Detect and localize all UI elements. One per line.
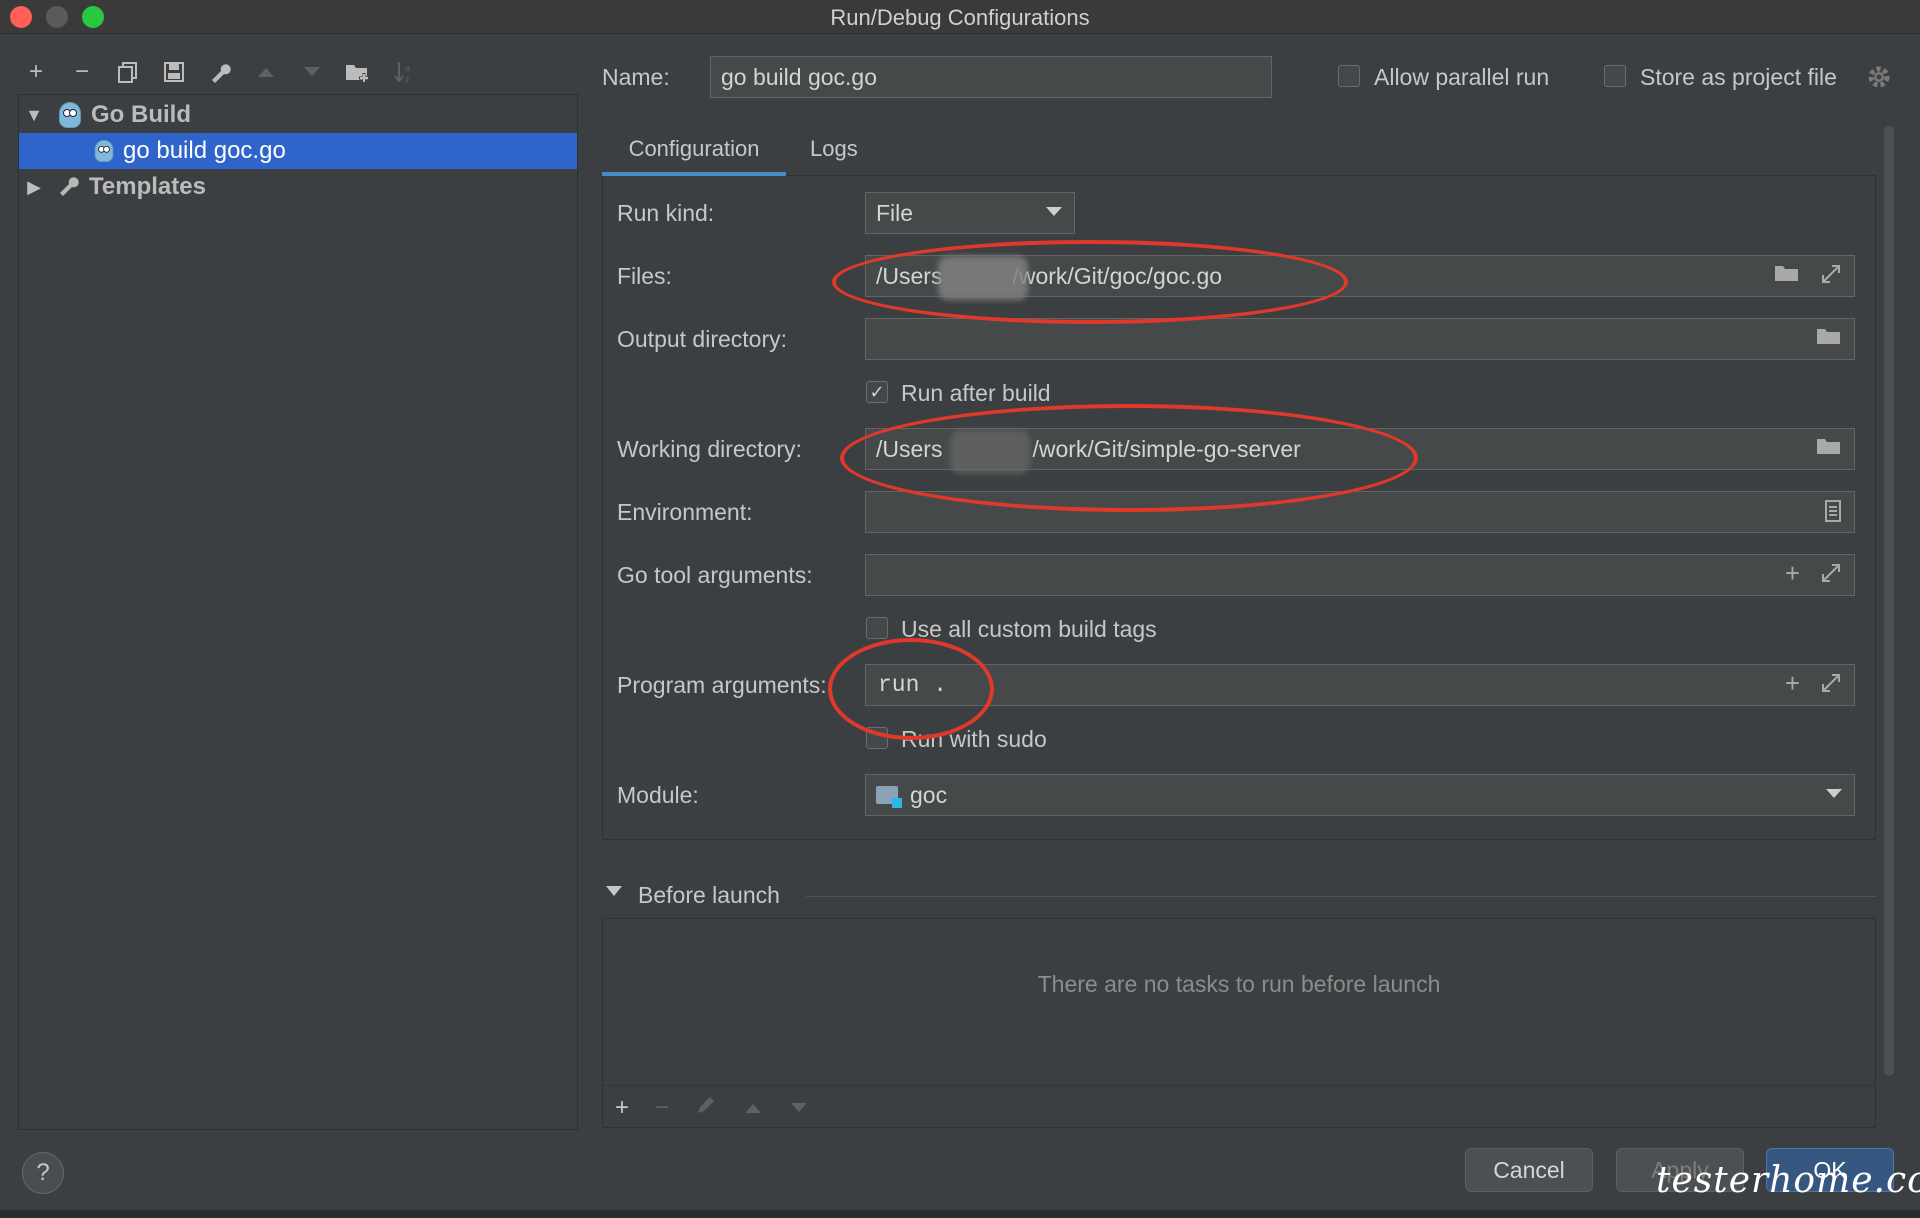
configurations-tree: ▼ Go Build go build goc.go ▶ Templates	[18, 94, 578, 1130]
add-icon[interactable]: +	[1785, 670, 1800, 701]
add-icon[interactable]: +	[615, 1094, 629, 1123]
tree-group-label: Templates	[89, 173, 206, 200]
svg-text:a: a	[405, 63, 410, 73]
chevron-down-icon	[1046, 207, 1062, 216]
files-value-end: /work/Git/goc/goc.go	[1012, 262, 1223, 289]
chevron-down-icon	[1826, 789, 1842, 798]
use-custom-tags-label: Use all custom build tags	[901, 616, 1157, 642]
new-folder-icon[interactable]	[344, 58, 372, 86]
module-folder-icon	[876, 786, 902, 808]
tab-logs[interactable]: Logs	[810, 130, 858, 176]
remove-icon[interactable]: −	[655, 1094, 669, 1123]
module-label: Module:	[617, 782, 699, 808]
name-field[interactable]: go build goc.go	[710, 56, 1272, 98]
move-down-icon[interactable]	[298, 58, 326, 86]
run-after-build-label: Run after build	[901, 380, 1051, 406]
folder-icon[interactable]	[1774, 263, 1800, 291]
tree-group-go-build[interactable]: ▼ Go Build	[19, 97, 577, 133]
configurations-toolbar: + − az	[22, 54, 418, 90]
divider	[806, 896, 1876, 897]
files-value-start: /Users	[876, 262, 943, 289]
sort-icon[interactable]: az	[390, 58, 418, 86]
svg-text:z: z	[405, 74, 410, 84]
working-directory-label: Working directory:	[617, 436, 802, 462]
module-value: goc	[910, 781, 948, 808]
output-directory-field[interactable]	[865, 318, 1855, 360]
copy-icon[interactable]	[114, 58, 142, 86]
working-dir-value-start: /Users	[876, 435, 943, 462]
empty-message: There are no tasks to run before launch	[1037, 971, 1441, 997]
expand-icon[interactable]	[1820, 263, 1842, 291]
program-arguments-label: Program arguments:	[617, 672, 827, 698]
run-kind-value: File	[876, 199, 914, 226]
wrench-icon[interactable]	[206, 58, 234, 86]
collapse-arrow-icon[interactable]	[606, 886, 622, 896]
move-up-icon[interactable]	[743, 1094, 763, 1123]
move-down-icon[interactable]	[789, 1094, 809, 1123]
output-directory-label: Output directory:	[617, 326, 788, 352]
folder-icon[interactable]	[1816, 326, 1842, 352]
expand-icon[interactable]	[1820, 562, 1842, 590]
run-kind-select[interactable]: File	[865, 192, 1075, 234]
module-select[interactable]: goc	[865, 774, 1855, 816]
allow-parallel-label: Allow parallel run	[1374, 64, 1550, 90]
environment-label: Environment:	[617, 499, 753, 525]
edit-icon[interactable]	[695, 1094, 717, 1123]
add-icon[interactable]: +	[1785, 560, 1800, 590]
files-label: Files:	[617, 263, 672, 289]
bottom-strip	[0, 1210, 1920, 1218]
environment-field[interactable]	[865, 491, 1855, 533]
before-launch-toolbar: + −	[615, 1094, 809, 1123]
redaction-blur	[938, 256, 1028, 300]
redaction-blur	[950, 430, 1030, 474]
go-tool-arguments-field[interactable]: +	[865, 554, 1855, 596]
allow-parallel-checkbox[interactable]	[1338, 65, 1360, 87]
run-after-build-checkbox[interactable]: ✓	[866, 381, 888, 403]
program-arguments-field[interactable]: run . +	[865, 664, 1855, 706]
add-icon[interactable]: +	[22, 58, 50, 86]
tree-group-templates[interactable]: ▶ Templates	[19, 169, 577, 205]
tab-bar: Configuration Logs	[602, 124, 1876, 176]
tab-configuration[interactable]: Configuration	[602, 130, 786, 176]
run-with-sudo-label: Run with sudo	[901, 726, 1047, 752]
tree-item-label: go build goc.go	[123, 137, 286, 164]
expanded-arrow-icon[interactable]: ▼	[25, 105, 43, 125]
before-launch-header[interactable]: Before launch	[602, 880, 1876, 914]
remove-icon[interactable]: −	[68, 58, 96, 86]
gopher-icon	[94, 139, 114, 163]
move-up-icon[interactable]	[252, 58, 280, 86]
window-title: Run/Debug Configurations	[830, 5, 1090, 30]
go-tool-arguments-label: Go tool arguments:	[617, 562, 813, 588]
help-button[interactable]: ?	[22, 1152, 64, 1194]
program-arguments-value: run .	[878, 672, 948, 698]
divider	[603, 1085, 1875, 1086]
run-with-sudo-checkbox[interactable]	[866, 727, 888, 749]
before-launch-title: Before launch	[638, 882, 780, 908]
cancel-button[interactable]: Cancel	[1465, 1148, 1593, 1192]
expand-icon[interactable]	[1820, 672, 1842, 701]
title-bar: Run/Debug Configurations	[0, 0, 1920, 34]
name-label: Name:	[602, 64, 670, 90]
use-custom-tags-checkbox[interactable]	[866, 617, 888, 639]
collapsed-arrow-icon[interactable]: ▶	[25, 177, 43, 197]
before-launch-panel: There are no tasks to run before launch …	[602, 918, 1876, 1128]
tree-item-go-build-goc[interactable]: go build goc.go	[19, 133, 577, 169]
folder-icon[interactable]	[1816, 436, 1842, 462]
gopher-icon	[59, 102, 81, 128]
watermark: testerhome.com	[1656, 1160, 1920, 1201]
scrollbar[interactable]	[1884, 126, 1894, 1076]
store-project-label: Store as project file	[1640, 64, 1837, 90]
working-dir-value-end: /work/Git/simple-go-server	[1032, 435, 1301, 462]
document-icon[interactable]	[1824, 499, 1842, 529]
gear-icon[interactable]	[1866, 64, 1892, 90]
save-icon[interactable]	[160, 58, 188, 86]
store-project-checkbox[interactable]	[1604, 65, 1626, 87]
run-kind-label: Run kind:	[617, 200, 715, 226]
wrench-icon	[57, 172, 81, 203]
tree-group-label: Go Build	[91, 101, 191, 128]
